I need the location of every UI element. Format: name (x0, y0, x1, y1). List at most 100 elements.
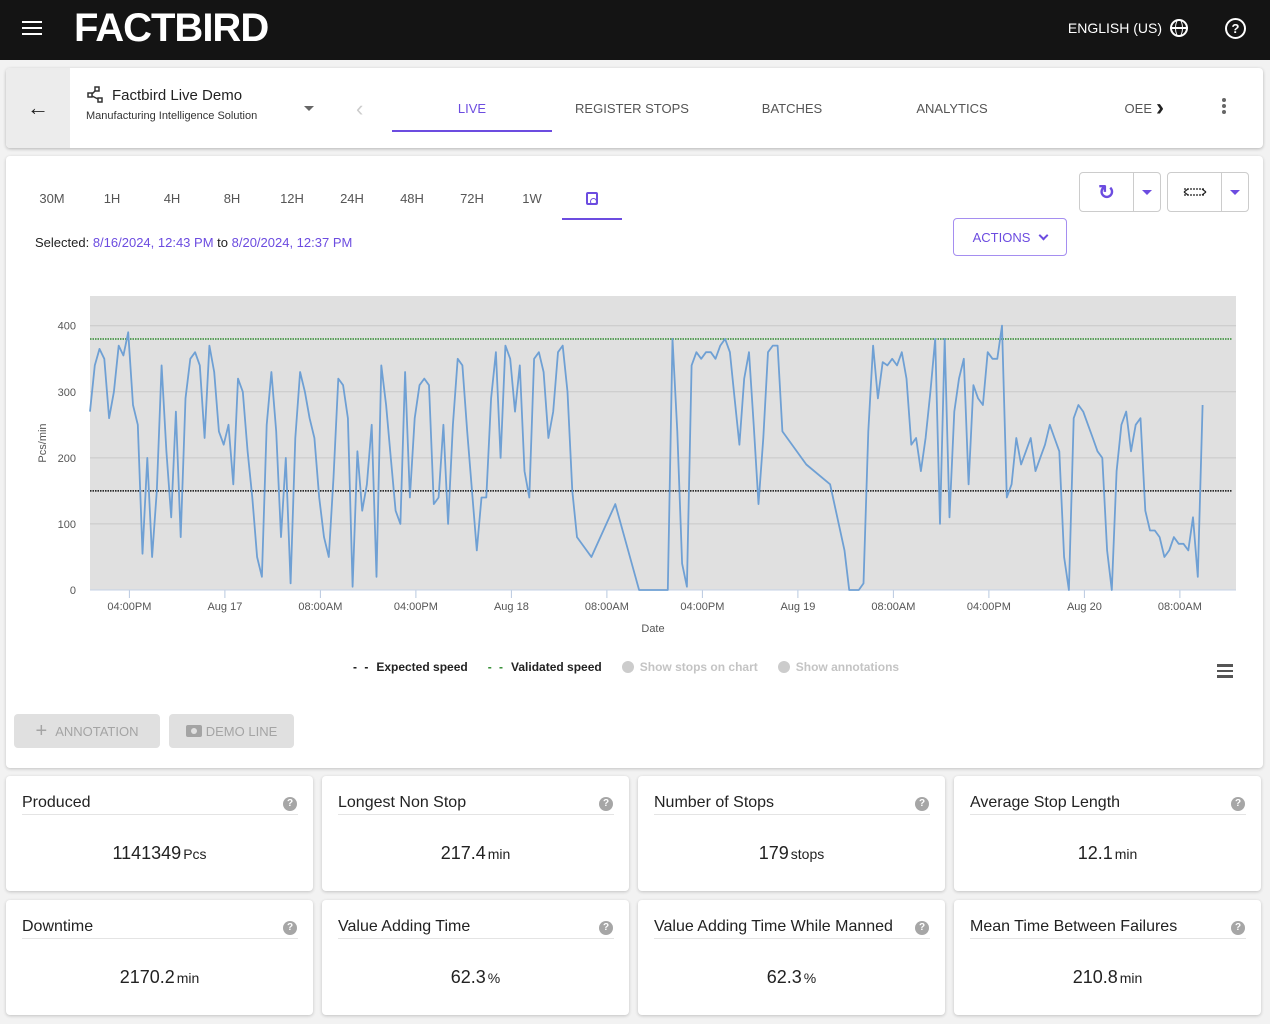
kpi-card: Produced? 1141349 Pcs (6, 776, 313, 891)
more-vert-icon[interactable] (1222, 98, 1226, 116)
tab-live[interactable]: LIVE (392, 68, 552, 148)
kpi-number: 179 (758, 843, 789, 863)
kpi-value: 62.3% (322, 967, 629, 988)
tab-analytics[interactable]: ANALYTICS (872, 68, 1032, 148)
demo-line-label: DEMO LINE (205, 723, 278, 739)
x-tick-label: 04:00PM (967, 601, 1011, 613)
help-icon[interactable]: ? (599, 797, 613, 811)
help-icon[interactable]: ? (283, 797, 297, 811)
help-icon[interactable]: ? (915, 921, 929, 935)
legend-validated-label: Validated speed (511, 660, 602, 674)
legend-validated-speed[interactable]: - - Validated speed (488, 660, 602, 674)
x-tick-label: Aug 19 (780, 601, 815, 613)
refresh-dropdown-button[interactable] (1134, 173, 1160, 211)
x-tick-label: 08:00AM (1158, 601, 1202, 613)
line-graph-icon (87, 86, 103, 103)
kpi-number: 217.4 (440, 843, 486, 863)
help-icon[interactable]: ? (1225, 18, 1246, 39)
kpi-number: 210.8 (1072, 967, 1118, 987)
tab-batches[interactable]: BATCHES (712, 68, 872, 148)
kpi-value: 217.4 min (322, 843, 629, 864)
factbird-logo[interactable]: FACTBIRD (74, 6, 269, 51)
line-navigation-card: ← Factbird Live Demo Manufacturing Intel… (6, 68, 1263, 148)
range-1h[interactable]: 1H (82, 176, 142, 220)
legend-expected-speed[interactable]: - - Expected speed (353, 660, 468, 674)
tab-oee[interactable]: OEE (1032, 68, 1152, 148)
kpi-unit: stops (790, 846, 825, 862)
time-range-tabs: 30M 1H 4H 8H 12H 24H 48H 72H 1W (22, 176, 622, 220)
kpi-unit: min (1119, 970, 1143, 986)
selected-label: Selected: (35, 235, 90, 250)
line-dropdown-caret-icon[interactable] (304, 106, 314, 111)
back-button[interactable]: ← (6, 68, 70, 148)
chart-mode-dropdown-button[interactable] (1222, 173, 1248, 211)
kpi-card: Value Adding Time? 62.3% (322, 900, 629, 1015)
kpi-value: 62.3% (638, 967, 945, 988)
speed-line-chart[interactable]: 0 100 200 300 400 04:00PM Aug 17 08:00AM 04:00P… (6, 286, 1263, 656)
language-selector[interactable]: ENGLISH (US) (1068, 19, 1188, 37)
tabs-next-chevron-icon[interactable]: › (1156, 94, 1164, 122)
range-30m[interactable]: 30M (22, 176, 82, 220)
x-tick-label: 08:00AM (585, 601, 629, 613)
help-icon[interactable]: ? (283, 921, 297, 935)
annotation-label: ANNOTATION (55, 723, 139, 739)
tab-register-stops[interactable]: REGISTER STOPS (552, 68, 712, 148)
y-tick-label: 0 (70, 585, 76, 597)
kpi-number: 1141349 (112, 843, 182, 863)
range-4h[interactable]: 4H (142, 176, 202, 220)
kpi-title: Mean Time Between Failures (970, 918, 1246, 939)
kpi-value: 1141349 Pcs (6, 843, 313, 864)
show-annotations-label: Show annotations (795, 660, 900, 674)
range-72h[interactable]: 72H (442, 176, 502, 220)
refresh-button[interactable]: ↻ (1080, 173, 1134, 211)
line-subtitle: Manufacturing Intelligence Solution (86, 110, 258, 122)
kpi-card: Value Adding Time While Manned? 62.3% (638, 900, 945, 1015)
help-icon[interactable]: ? (1231, 797, 1245, 811)
line-selector[interactable]: Factbird Live Demo Manufacturing Intelli… (86, 86, 257, 122)
kpi-title: Value Adding Time (338, 918, 614, 939)
kpi-title: Downtime (22, 918, 298, 939)
x-tick-label: 04:00PM (394, 601, 438, 613)
range-48h[interactable]: 48H (382, 176, 442, 220)
toggle-show-annotations[interactable]: Show annotations (777, 660, 900, 674)
chart-mode-button[interactable] (1168, 173, 1222, 211)
range-12h[interactable]: 12H (262, 176, 322, 220)
kpi-card: Mean Time Between Failures? 210.8 min (954, 900, 1261, 1015)
kpi-unit: % (803, 970, 817, 986)
kpi-value: 179 stops (638, 843, 945, 864)
compress-arrows-icon (1183, 188, 1206, 196)
help-icon[interactable]: ? (599, 921, 613, 935)
kpi-value: 210.8 min (954, 967, 1261, 988)
range-8h[interactable]: 8H (202, 176, 262, 220)
add-annotation-button[interactable]: + ANNOTATION (14, 714, 160, 748)
toggle-show-stops[interactable]: Show stops on chart (621, 660, 758, 674)
chart-menu-icon[interactable] (1217, 664, 1233, 681)
x-tick-label: Aug 18 (494, 601, 529, 613)
range-custom[interactable] (562, 176, 622, 220)
refresh-icon: ↻ (1098, 181, 1115, 204)
chart-mode-button-group (1167, 172, 1249, 212)
kpi-card: Longest Non Stop? 217.4 min (322, 776, 629, 891)
kpi-unit: min (176, 970, 200, 986)
tabs-prev-chevron-icon[interactable]: ‹ (356, 96, 363, 122)
menu-icon[interactable] (22, 21, 42, 37)
x-tick-label: 04:00PM (680, 601, 724, 613)
help-icon[interactable]: ? (1231, 921, 1245, 935)
selected-from[interactable]: 8/16/2024, 12:43 PM (93, 235, 214, 250)
selected-to[interactable]: 8/20/2024, 12:37 PM (232, 235, 353, 250)
selected-range-text: Selected: 8/16/2024, 12:43 PM to 8/20/20… (35, 235, 352, 250)
refresh-button-group: ↻ (1079, 172, 1161, 212)
range-1w[interactable]: 1W (502, 176, 562, 220)
plus-icon: + (35, 719, 48, 742)
demo-line-button[interactable]: DEMO LINE (169, 714, 294, 748)
kpi-unit: min (487, 846, 511, 862)
help-icon[interactable]: ? (915, 797, 929, 811)
globe-icon (1170, 19, 1188, 37)
actions-button[interactable]: ACTIONS (953, 218, 1067, 256)
range-24h[interactable]: 24H (322, 176, 382, 220)
kpi-number: 2170.2 (119, 967, 175, 987)
toggle-dot-icon (777, 661, 790, 673)
chevron-down-icon (1038, 230, 1049, 240)
kpi-card: Number of Stops? 179 stops (638, 776, 945, 891)
y-tick-label: 300 (58, 387, 76, 399)
